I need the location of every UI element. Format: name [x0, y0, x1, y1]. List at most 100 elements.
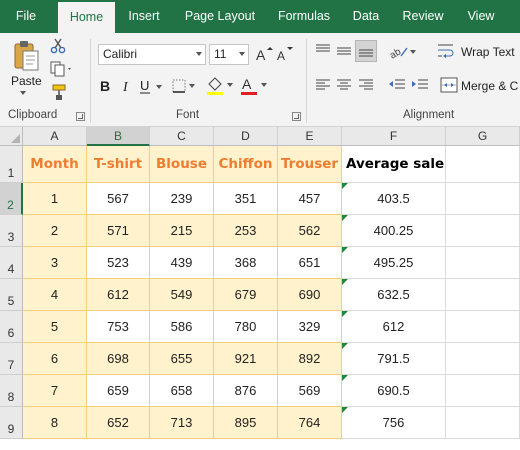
underline-icon[interactable]: U — [139, 78, 153, 94]
format-painter-icon[interactable] — [50, 83, 68, 101]
sales-cell[interactable]: 586 — [150, 311, 214, 343]
average-cell[interactable]: 495.25 — [342, 247, 446, 279]
sales-cell[interactable]: 764 — [278, 407, 342, 439]
empty-cell[interactable] — [446, 375, 520, 407]
sales-cell[interactable]: 753 — [87, 311, 150, 343]
sales-cell[interactable]: 921 — [214, 343, 278, 375]
bottom-align-button[interactable] — [355, 40, 377, 62]
header-cell-average-sale[interactable]: Average sale — [342, 146, 446, 183]
sales-cell[interactable]: 659 — [87, 375, 150, 407]
tab-file[interactable]: File — [4, 0, 48, 33]
empty-cell[interactable] — [446, 343, 520, 375]
average-cell[interactable]: 791.5 — [342, 343, 446, 375]
month-cell[interactable]: 8 — [23, 407, 87, 439]
italic-icon[interactable]: I — [121, 78, 133, 94]
sales-cell[interactable]: 876 — [214, 375, 278, 407]
tab-view[interactable]: View — [460, 0, 502, 33]
font-color-icon[interactable]: A — [240, 76, 270, 96]
sales-cell[interactable]: 612 — [87, 279, 150, 311]
average-cell[interactable]: 756 — [342, 407, 446, 439]
sales-cell[interactable]: 239 — [150, 183, 214, 215]
sales-cell[interactable]: 713 — [150, 407, 214, 439]
copy-icon[interactable] — [50, 61, 74, 77]
cut-icon[interactable] — [50, 38, 66, 54]
tab-data[interactable]: Data — [346, 0, 386, 33]
column-header-g[interactable]: G — [446, 127, 520, 146]
row-header-4[interactable]: 4 — [0, 247, 23, 279]
empty-cell[interactable] — [446, 279, 520, 311]
empty-cell[interactable] — [446, 407, 520, 439]
font-launcher-icon[interactable] — [292, 112, 301, 121]
sales-cell[interactable]: 895 — [214, 407, 278, 439]
empty-cell[interactable] — [446, 311, 520, 343]
decrease-indent-icon[interactable] — [388, 78, 406, 92]
sales-cell[interactable]: 655 — [150, 343, 214, 375]
middle-align-icon[interactable] — [336, 44, 352, 58]
wrap-text-icon[interactable] — [437, 42, 457, 60]
average-cell[interactable]: 400.25 — [342, 215, 446, 247]
sales-cell[interactable]: 569 — [278, 375, 342, 407]
month-cell[interactable]: 2 — [23, 215, 87, 247]
header-cell[interactable]: Trouser — [278, 146, 342, 183]
underline-dropdown-icon[interactable] — [155, 84, 163, 90]
sales-cell[interactable]: 457 — [278, 183, 342, 215]
column-header-b[interactable]: B — [87, 127, 150, 146]
tab-formulas[interactable]: Formulas — [272, 0, 336, 33]
sales-cell[interactable]: 658 — [150, 375, 214, 407]
empty-cell[interactable] — [446, 215, 520, 247]
month-cell[interactable]: 6 — [23, 343, 87, 375]
sales-cell[interactable]: 892 — [278, 343, 342, 375]
font-name-combo[interactable]: Calibri — [98, 44, 206, 65]
paste-button[interactable]: Paste — [11, 74, 42, 88]
sales-cell[interactable]: 698 — [87, 343, 150, 375]
header-cell[interactable]: Chiffon — [214, 146, 278, 183]
increase-font-size-icon[interactable]: A — [255, 45, 273, 63]
bold-icon[interactable]: B — [99, 78, 113, 94]
month-cell[interactable]: 1 — [23, 183, 87, 215]
column-header-f[interactable]: F — [342, 127, 446, 146]
sales-cell[interactable]: 562 — [278, 215, 342, 247]
merge-center-icon[interactable] — [440, 76, 458, 94]
paste-icon[interactable] — [12, 40, 40, 72]
font-size-combo[interactable]: 11 — [209, 44, 249, 65]
sales-cell[interactable]: 439 — [150, 247, 214, 279]
increase-indent-icon[interactable] — [411, 78, 429, 92]
orientation-icon[interactable]: ab — [388, 42, 416, 60]
row-header-7[interactable]: 7 — [0, 343, 23, 375]
fill-color-icon[interactable] — [206, 76, 236, 96]
header-cell[interactable]: Month — [23, 146, 87, 183]
paste-dropdown-arrow[interactable] — [20, 91, 26, 95]
sales-cell[interactable]: 679 — [214, 279, 278, 311]
column-header-c[interactable]: C — [150, 127, 214, 146]
sales-cell[interactable]: 652 — [87, 407, 150, 439]
row-header-3[interactable]: 3 — [0, 215, 23, 247]
sales-cell[interactable]: 567 — [87, 183, 150, 215]
sales-cell[interactable]: 780 — [214, 311, 278, 343]
column-header-d[interactable]: D — [214, 127, 278, 146]
month-cell[interactable]: 4 — [23, 279, 87, 311]
decrease-font-size-icon[interactable]: A — [276, 45, 294, 63]
align-left-icon[interactable] — [315, 78, 331, 92]
sales-cell[interactable]: 523 — [87, 247, 150, 279]
sales-cell[interactable]: 368 — [214, 247, 278, 279]
sales-cell[interactable]: 215 — [150, 215, 214, 247]
average-cell[interactable]: 403.5 — [342, 183, 446, 215]
header-cell[interactable]: T-shirt — [87, 146, 150, 183]
month-cell[interactable]: 5 — [23, 311, 87, 343]
clipboard-launcher-icon[interactable] — [76, 112, 85, 121]
row-header-2[interactable]: 2 — [0, 183, 23, 215]
sales-cell[interactable]: 651 — [278, 247, 342, 279]
merge-center-button[interactable]: Merge & C — [461, 79, 518, 93]
tab-review[interactable]: Review — [398, 0, 448, 33]
row-header-1[interactable]: 1 — [0, 146, 23, 183]
month-cell[interactable]: 7 — [23, 375, 87, 407]
average-cell[interactable]: 632.5 — [342, 279, 446, 311]
sales-cell[interactable]: 351 — [214, 183, 278, 215]
sales-cell[interactable]: 690 — [278, 279, 342, 311]
average-cell[interactable]: 612 — [342, 311, 446, 343]
sales-cell[interactable]: 253 — [214, 215, 278, 247]
header-cell[interactable]: Blouse — [150, 146, 214, 183]
align-center-icon[interactable] — [336, 78, 352, 92]
month-cell[interactable]: 3 — [23, 247, 87, 279]
select-all-corner[interactable] — [0, 127, 23, 146]
